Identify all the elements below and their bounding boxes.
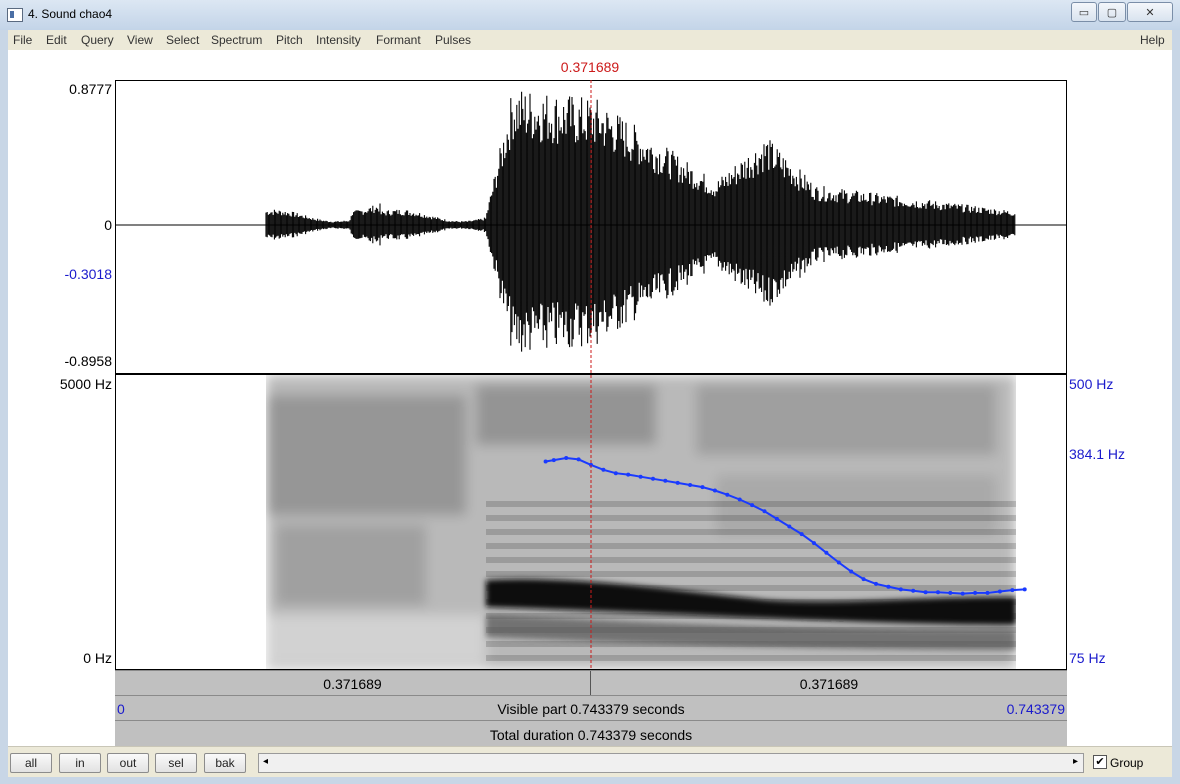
pitch-cursor-label: 384.1 Hz (1069, 446, 1126, 462)
scroll-left-icon[interactable]: ◂ (263, 756, 268, 767)
menu-pitch[interactable]: Pitch (276, 33, 303, 47)
cursor-overlay (590, 80, 592, 688)
menu-select[interactable]: Select (166, 33, 199, 47)
bottom-toolbar: all in out sel bak ◂ ▸ ✔ Group (8, 746, 1172, 777)
menu-query[interactable]: Query (81, 33, 114, 47)
visible-part-bar[interactable]: 0 Visible part 0.743379 seconds 0.743379 (115, 695, 1067, 720)
zoom-out-button[interactable]: out (107, 753, 149, 773)
menu-bar: File Edit Query View Select Spectrum Pit… (8, 30, 1172, 51)
menu-intensity[interactable]: Intensity (316, 33, 361, 47)
zoom-in-button[interactable]: in (59, 753, 101, 773)
waveform-max-label: 0.8777 (69, 81, 112, 97)
menu-edit[interactable]: Edit (46, 33, 67, 47)
title-bar: 4. Sound chao4 ▭ ▢ ✕ (0, 0, 1180, 31)
cursor-time-label: 0.371689 (560, 59, 620, 75)
group-checkbox[interactable]: ✔ (1093, 755, 1107, 769)
waveform-zero-label: 0 (104, 217, 112, 233)
group-label: Group (1110, 756, 1144, 770)
pitch-bottom-label: 75 Hz (1069, 650, 1106, 666)
window-frame-left (0, 30, 8, 784)
all-button[interactable]: all (10, 753, 52, 773)
total-duration-bar[interactable]: Total duration 0.743379 seconds (115, 720, 1067, 747)
segment-bar[interactable]: 0.371689 0.371689 (115, 670, 1067, 695)
maximize-icon[interactable]: ▢ (1098, 2, 1126, 22)
zoom-back-button[interactable]: bak (204, 753, 246, 773)
menu-spectrum[interactable]: Spectrum (211, 33, 262, 47)
zoom-selection-button[interactable]: sel (155, 753, 197, 773)
spectrogram-top-freq-label: 5000 Hz (59, 376, 112, 392)
segment-right-label[interactable]: 0.371689 (591, 676, 1067, 692)
pitch-top-label: 500 Hz (1069, 376, 1114, 392)
window-title: 4. Sound chao4 (28, 7, 113, 21)
visible-end-label: 0.743379 (1006, 701, 1065, 717)
spectrogram-bottom-freq-label: 0 Hz (83, 650, 112, 666)
scroll-right-icon[interactable]: ▸ (1073, 756, 1078, 767)
menu-view[interactable]: View (127, 33, 153, 47)
total-duration-label: Total duration 0.743379 seconds (489, 727, 693, 743)
waveform-cursor-value-label: -0.3018 (64, 266, 112, 282)
close-icon[interactable]: ✕ (1127, 2, 1173, 22)
minimize-icon[interactable]: ▭ (1071, 2, 1097, 22)
menu-help[interactable]: Help (1140, 33, 1165, 47)
waveform-min-label: -0.8958 (64, 353, 112, 369)
menu-pulses[interactable]: Pulses (435, 33, 471, 47)
menu-file[interactable]: File (13, 33, 32, 47)
menu-formant[interactable]: Formant (376, 33, 421, 47)
window-frame-right (1172, 30, 1180, 784)
praat-window-icon (7, 8, 23, 22)
segment-left-label[interactable]: 0.371689 (115, 676, 590, 692)
horizontal-scrollbar[interactable]: ◂ ▸ (258, 753, 1084, 773)
